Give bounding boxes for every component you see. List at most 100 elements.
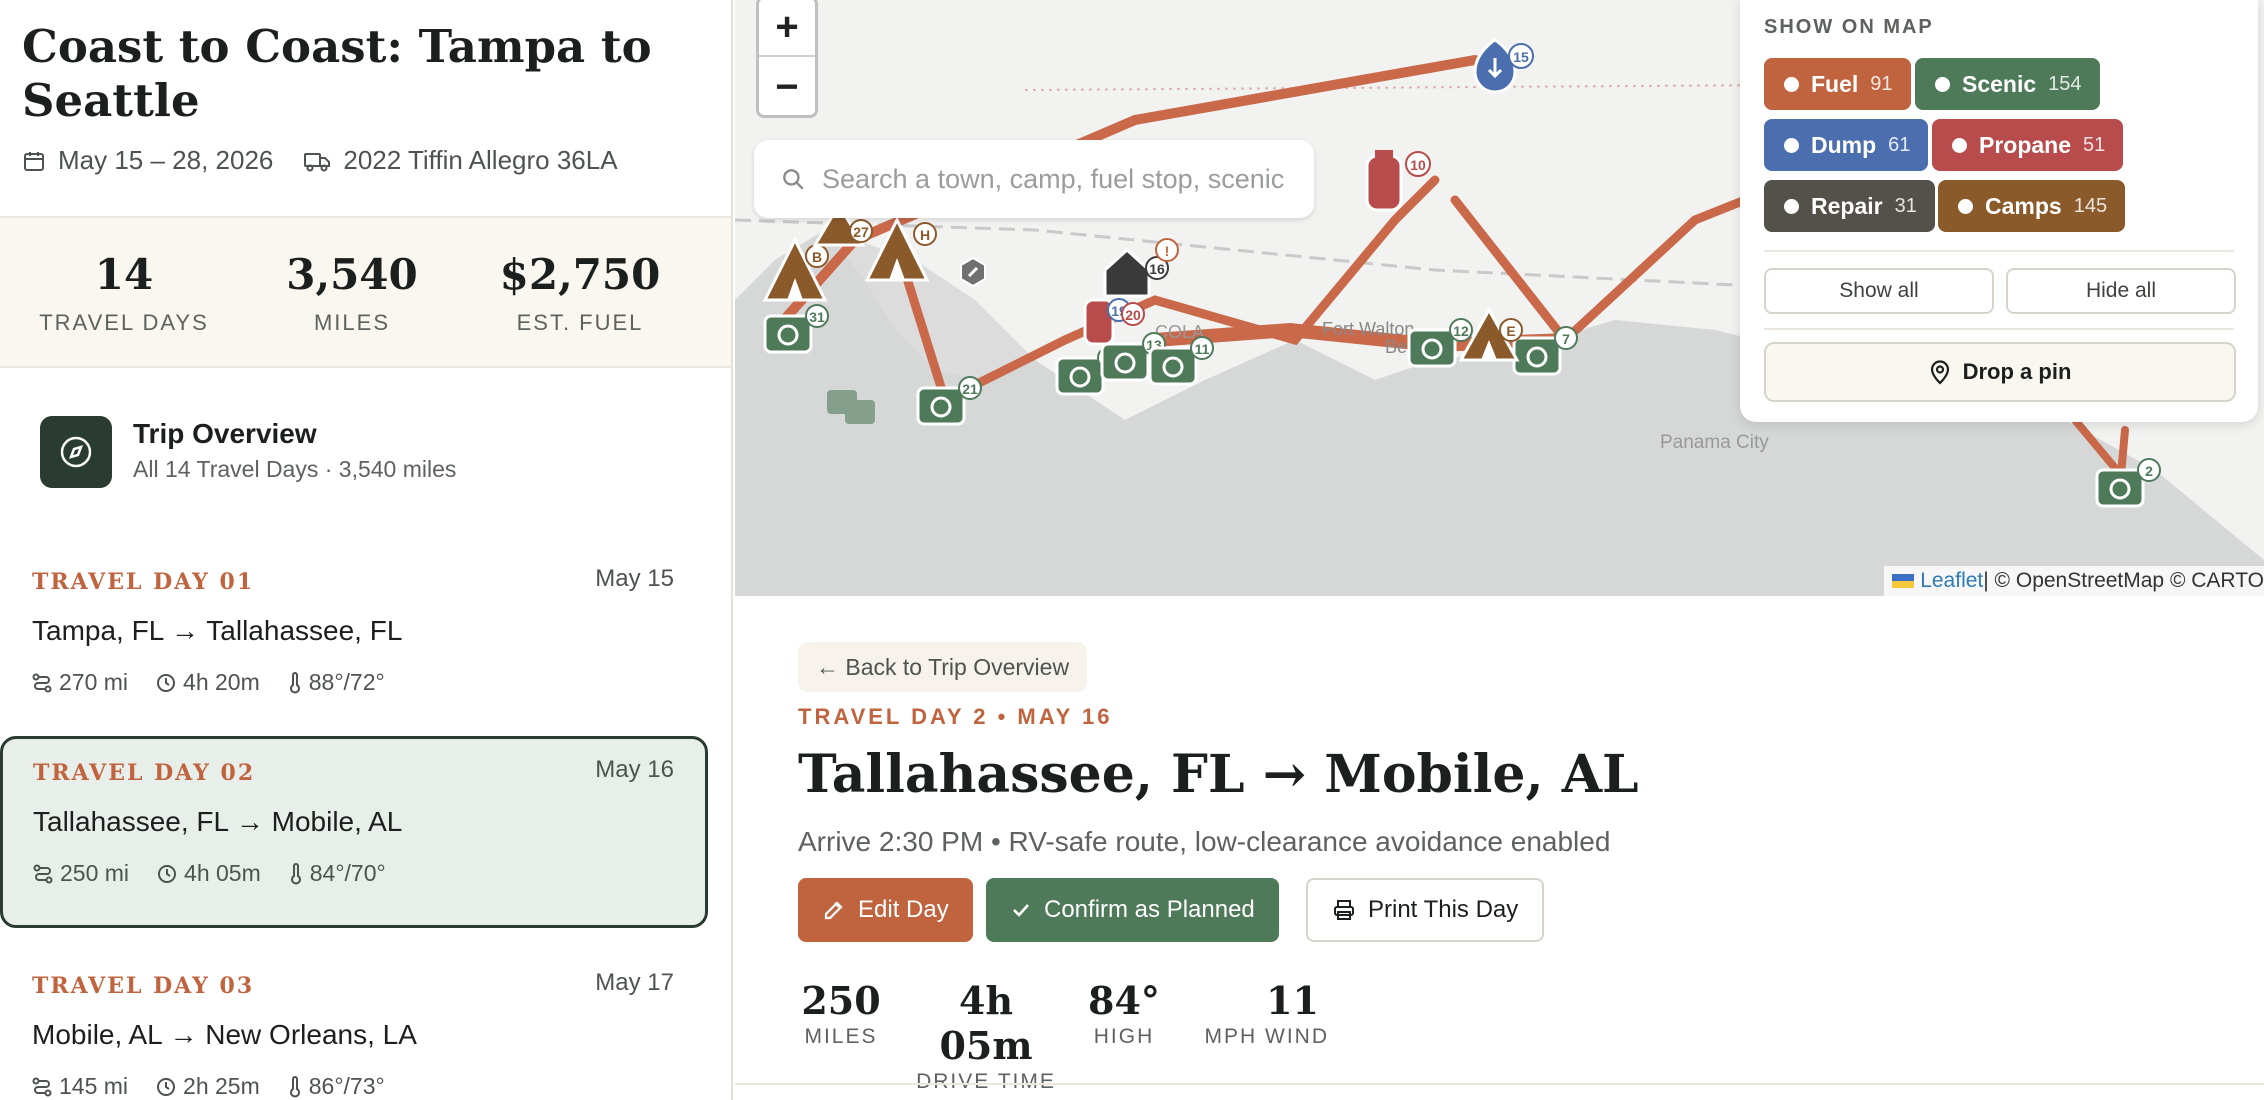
drop-pin-button[interactable]: Drop a pin xyxy=(1764,342,2236,402)
day-time: 4h 20m xyxy=(183,669,260,695)
map-attribution: Leaflet | © OpenStreetMap © CARTO xyxy=(1884,566,2264,596)
zoom-out-button[interactable]: − xyxy=(759,58,815,116)
detail-stat-label: DRIVE TIME xyxy=(916,1070,1056,1093)
map-filter-panel: SHOW ON MAP Fuel 91 Scenic 154 Dump 61 Prop… xyxy=(1740,0,2258,422)
hide-all-button[interactable]: Hide all xyxy=(2006,268,2236,314)
leaflet-link[interactable]: Leaflet xyxy=(1920,569,1983,593)
day-meta: 250 mi 4h 05m 84°/70° xyxy=(33,860,414,887)
trip-overview-item[interactable]: Trip Overview All 14 Travel Days · 3,540… xyxy=(40,416,700,488)
route-icon xyxy=(32,673,52,692)
chip-count: 154 xyxy=(2048,72,2082,95)
day-route: Tallahassee, FL → Mobile, AL xyxy=(33,806,403,837)
trip-title: Coast to Coast: Tampa to Seattle xyxy=(22,20,652,127)
day-date: May 16 xyxy=(595,756,674,783)
travel-day-item[interactable]: TRAVEL DAY 03 May 17 Mobile, AL → New Or… xyxy=(0,949,708,1100)
divider xyxy=(1764,250,2234,252)
day-date: May 15 xyxy=(595,565,674,592)
confirm-planned-button[interactable]: Confirm as Planned xyxy=(986,878,1279,942)
chip-label: Repair xyxy=(1811,192,1883,219)
edit-day-label: Edit Day xyxy=(858,896,949,923)
chip-label: Scenic xyxy=(1962,70,2037,97)
svg-text:11: 11 xyxy=(1195,341,1210,357)
route-icon xyxy=(32,1077,52,1096)
overview-title: Trip Overview xyxy=(133,418,317,449)
svg-text:27: 27 xyxy=(853,224,869,240)
svg-text:16: 16 xyxy=(1149,261,1165,277)
detail-stat-value: 250 xyxy=(801,978,881,1023)
day-meta: 145 mi 2h 25m 86°/73° xyxy=(32,1073,413,1100)
chip-label: Dump xyxy=(1811,131,1877,158)
day-miles: 145 mi xyxy=(59,1073,129,1099)
svg-text:7: 7 xyxy=(1562,331,1570,347)
calendar-icon xyxy=(24,151,44,171)
print-day-button[interactable]: Print This Day xyxy=(1306,878,1545,942)
back-to-overview-button[interactable]: ← Back to Trip Overview xyxy=(798,642,1088,692)
day-kicker: TRAVEL DAY 2 • MAY 16 xyxy=(798,704,1113,729)
route-line xyxy=(2117,426,2129,479)
detail-stat-value: 4h 05m xyxy=(939,978,1033,1068)
edit-day-button[interactable]: Edit Day xyxy=(798,878,973,942)
filter-chip-scenic[interactable]: Scenic 154 xyxy=(1915,58,2100,110)
divider xyxy=(1764,328,2234,330)
trip-dates: May 15 – 28, 2026 xyxy=(22,145,273,176)
day-time: 2h 25m xyxy=(183,1073,260,1099)
stat-label: MILES xyxy=(313,310,391,335)
day-label: TRAVEL DAY 03 xyxy=(32,973,255,999)
day-temp: 84°/70° xyxy=(309,860,386,886)
stat-label: EST. FUEL xyxy=(516,310,644,335)
filter-chip-camps[interactable]: Camps 145 xyxy=(1938,180,2126,232)
clock-icon xyxy=(157,1077,176,1096)
confirm-label: Confirm as Planned xyxy=(1044,896,1255,923)
day-miles: 250 mi xyxy=(60,860,130,886)
filter-chip-dump[interactable]: Dump 61 xyxy=(1764,119,1929,171)
detail-stat-drive-time: 4h 05m DRIVE TIME xyxy=(913,978,1059,1094)
detail-stat-label: MILES xyxy=(804,1025,878,1048)
chip-count: 31 xyxy=(1894,194,1917,217)
detail-divider xyxy=(735,1083,2264,1085)
map-search-input[interactable] xyxy=(822,163,1292,195)
svg-text:20: 20 xyxy=(1125,307,1141,323)
chip-count: 51 xyxy=(2083,133,2106,156)
detail-stat-value: 84° xyxy=(1088,978,1160,1023)
svg-text:B: B xyxy=(812,249,822,265)
travel-day-item-active[interactable]: TRAVEL DAY 02 May 16 Tallahassee, FL → M… xyxy=(0,736,708,928)
day-label: TRAVEL DAY 02 xyxy=(33,760,256,786)
trip-stats: 14 TRAVEL DAYS 3,540 MILES $2,750 EST. F… xyxy=(0,218,731,368)
sidebar: Coast to Coast: Tampa to Seattle May 15 … xyxy=(0,0,733,1100)
zoom-in-button[interactable]: + xyxy=(759,0,815,57)
filter-chip-fuel[interactable]: Fuel 91 xyxy=(1764,58,1911,110)
map-pin-icon xyxy=(1930,360,1949,385)
detail-stat-value: 11 xyxy=(1266,978,1319,1023)
thermometer-icon xyxy=(290,862,301,884)
search-icon xyxy=(783,169,804,190)
repair-marker[interactable] xyxy=(960,256,986,288)
map-label-fort-walton: Fort Walton xyxy=(1322,319,1414,339)
chip-dot xyxy=(1784,76,1799,92)
check-icon xyxy=(1013,904,1029,917)
detail-stat-wind: 11 MPH WIND xyxy=(1199,978,1329,1049)
trip-dates-text: May 15 – 28, 2026 xyxy=(58,145,274,175)
filter-chip-propane[interactable]: Propane 51 xyxy=(1932,119,2124,171)
print-label: Print This Day xyxy=(1368,896,1519,923)
chip-dot xyxy=(1935,76,1950,92)
svg-text:E: E xyxy=(1506,323,1515,339)
filter-chip-repair[interactable]: Repair 31 xyxy=(1764,180,1935,232)
trip-header: Coast to Coast: Tampa to Seattle May 15 … xyxy=(0,0,731,218)
attribution-text: | © OpenStreetMap © CARTO xyxy=(1983,569,2264,592)
day-temp: 88°/72° xyxy=(308,669,385,695)
travel-day-item[interactable]: TRAVEL DAY 01 May 15 Tampa, FL → Tallaha… xyxy=(0,545,708,737)
map-label-panama-city: Panama City xyxy=(1660,432,1769,453)
svg-text:12: 12 xyxy=(1453,323,1469,339)
chip-dot xyxy=(1784,198,1799,214)
svg-text:!: ! xyxy=(1165,243,1170,259)
show-all-button[interactable]: Show all xyxy=(1764,268,1994,314)
day-date: May 17 xyxy=(595,969,674,996)
detail-stat-label: HIGH xyxy=(1093,1025,1155,1048)
thermometer-icon xyxy=(289,671,300,693)
chip-dot xyxy=(1952,137,1967,153)
chip-count: 145 xyxy=(2073,194,2108,217)
chip-count: 61 xyxy=(1888,133,1911,156)
svg-text:15: 15 xyxy=(1513,49,1529,65)
clock-icon xyxy=(158,864,177,883)
printer-icon xyxy=(1334,900,1354,920)
